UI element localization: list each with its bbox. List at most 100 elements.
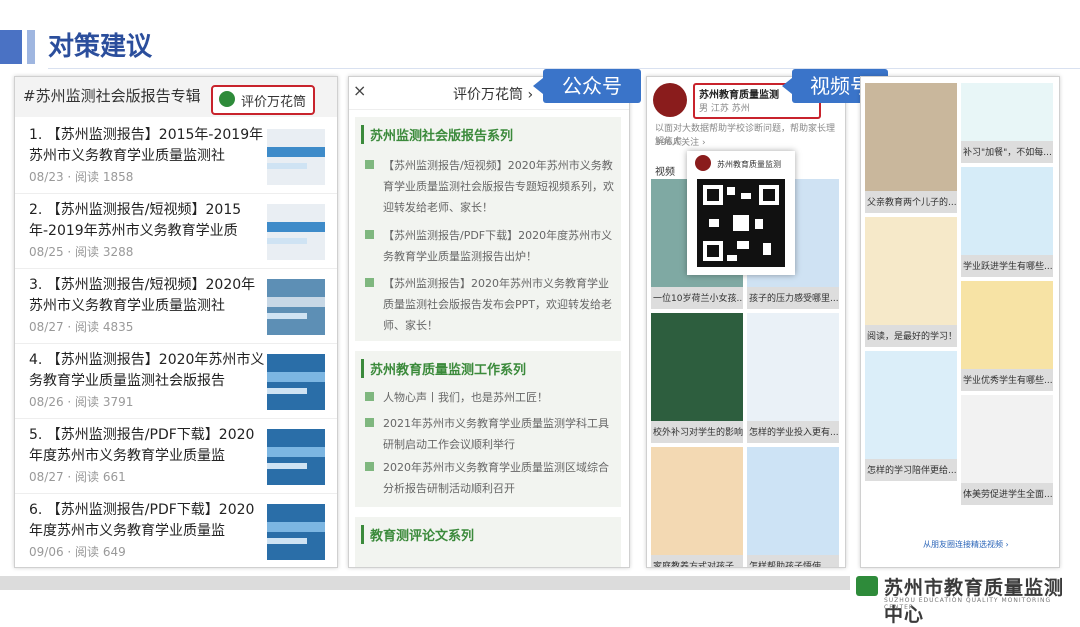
article-reads: 阅读 3288 (75, 245, 134, 259)
center-logo-icon (856, 576, 878, 596)
video-card[interactable]: 校外补习对学生的影响... (651, 313, 743, 443)
video-caption: 怎样的学习陪伴更给... (867, 466, 957, 476)
video-grid-panel: 父亲教育两个儿子的... 补习"加餐"，不如每... 学业跃进学生有哪些... … (860, 76, 1060, 568)
article-title: 5. 【苏州监测报告/PDF下载】2020年度苏州市义务教育学业质量监 (29, 427, 255, 464)
video-card[interactable]: 学业跃进学生有哪些... (961, 167, 1053, 277)
header-accent-bar (0, 30, 22, 64)
article-thumbnail (267, 129, 325, 185)
bullet-icon (365, 160, 374, 169)
article-thumbnail (267, 504, 325, 560)
video-caption: 一位10岁荷兰小女孩... (653, 294, 743, 304)
article-title: 2. 【苏州监测报告/短视频】2015年-2019年苏州市义务教育学业质 (29, 202, 242, 239)
footer-bar (0, 576, 850, 590)
section-item[interactable]: 人物心声丨我们，也是苏州工匠！ (365, 387, 615, 408)
article-item[interactable]: 1. 【苏州监测报告】2015年-2019年苏州市义务教育学业质量监测社 08/… (15, 119, 337, 194)
account-name-link[interactable]: 评价万花筒 › (453, 84, 533, 104)
section-item[interactable]: 2021年苏州市义务教育学业质量监测学科工具研制启动工作会议顺利举行 (365, 413, 615, 455)
section-title: 苏州教育质量监测工作系列 (361, 359, 526, 378)
article-title: 4. 【苏州监测报告】2020年苏州市义务教育学业质量监测社会版报告 (29, 352, 265, 389)
video-caption: 家庭教养方式对孩子... (653, 562, 743, 568)
menu-section: 教育测评论文系列 (355, 517, 621, 567)
article-date: 08/23 (29, 170, 64, 184)
channel-location: 男 江苏 苏州 (699, 104, 750, 114)
section-item[interactable]: 【苏州监测报告/短视频】2020年苏州市义务教育学业质量监测社会版报告专题短视频… (365, 155, 615, 218)
bullet-icon (365, 418, 374, 427)
qr-channel-name: 苏州教育质量监测 (717, 160, 781, 169)
article-reads: 阅读 4835 (75, 320, 134, 334)
qr-code-icon (697, 179, 785, 267)
close-icon[interactable]: × (353, 81, 366, 100)
article-title: 1. 【苏州监测报告】2015年-2019年苏州市义务教育学业质量监测社 (29, 127, 264, 164)
page-title: 对策建议 (48, 32, 153, 62)
article-item[interactable]: 6. 【苏州监测报告/PDF下载】2020年度苏州市义务教育学业质量监 09/0… (15, 494, 337, 567)
article-date: 08/27 (29, 470, 64, 484)
video-caption: 父亲教育两个儿子的... (867, 198, 957, 208)
article-item[interactable]: 3. 【苏州监测报告/短视频】2020年苏州市义务教育学业质量监测社 08/27… (15, 269, 337, 344)
article-title: 3. 【苏州监测报告/短视频】2020年苏州市义务教育学业质量监测社 (29, 277, 256, 314)
article-reads: 阅读 1858 (75, 170, 134, 184)
section-item[interactable]: 2020年苏州市义务教育学业质量监测区域综合分析报告研制活动顺利召开 (365, 457, 615, 499)
bullet-icon (365, 278, 374, 287)
article-reads: 阅读 3791 (75, 395, 134, 409)
account-logo-icon (219, 91, 235, 107)
video-card[interactable]: 怎样的学业投入更有... (747, 313, 839, 443)
article-thumbnail (267, 354, 325, 410)
video-card[interactable]: 学业优秀学生有哪些... (961, 281, 1053, 391)
video-card[interactable]: 体美劳促进学生全面... (961, 395, 1053, 505)
article-thumbnail (267, 429, 325, 485)
video-card[interactable]: 补习"加餐"，不如每... (961, 83, 1053, 163)
section-item[interactable]: 【苏州监测报告】2020年苏州市义务教育学业质量监测社会版报告发布会PPT，欢迎… (365, 273, 615, 336)
header-accent-bar-light (27, 30, 35, 64)
video-card[interactable]: 怎样帮助孩子悟使... (747, 447, 839, 568)
callout-pointer (782, 78, 792, 94)
article-date: 08/26 (29, 395, 64, 409)
video-caption: 怎样帮助孩子悟使... (749, 562, 830, 568)
section-title: 苏州监测社会版报告系列 (361, 125, 513, 144)
menu-section: 苏州教育质量监测工作系列 人物心声丨我们，也是苏州工匠！ 2021年苏州市义务教… (355, 351, 621, 507)
account-badge-label: 评价万花筒 (241, 95, 307, 110)
channel-logo-icon (695, 155, 711, 171)
official-account-article-list: #苏州监测社会版报告专辑 评价万花筒 1. 【苏州监测报告】2015年-2019… (14, 76, 338, 568)
video-caption: 学业跃进学生有哪些... (963, 262, 1053, 272)
article-reads: 阅读 649 (75, 545, 126, 559)
album-header: #苏州监测社会版报告专辑 评价万花筒 (15, 77, 337, 117)
video-caption: 阅读，是最好的学习！... (867, 332, 957, 342)
channel-name: 苏州教育质量监测 (699, 90, 779, 101)
article-item[interactable]: 5. 【苏州监测报告/PDF下载】2020年度苏州市义务教育学业质量监 08/2… (15, 419, 337, 494)
more-videos-link[interactable]: 从朋友圈连接精选视频 › (923, 539, 1009, 550)
bullet-icon (365, 462, 374, 471)
video-caption: 孩子的压力感受哪里... (749, 294, 839, 304)
menu-section: 苏州监测社会版报告系列 【苏州监测报告/短视频】2020年苏州市义务教育学业质量… (355, 117, 621, 341)
qr-code-popup: 苏州教育质量监测 (687, 151, 795, 275)
menu-divider (349, 109, 629, 110)
video-card[interactable]: 家庭教养方式对孩子... (651, 447, 743, 568)
video-caption: 校外补习对学生的影响... (653, 428, 743, 438)
video-card[interactable]: 父亲教育两个儿子的... (865, 83, 957, 213)
article-reads: 阅读 661 (75, 470, 126, 484)
channel-followers[interactable]: 396人关注 › (655, 135, 706, 148)
section-item[interactable]: 【苏州监测报告/PDF下载】2020年度苏州市义务教育学业质量监测报告出炉！ (365, 225, 615, 267)
video-card[interactable]: 怎样的学习陪伴更给... (865, 351, 957, 481)
article-thumbnail (267, 279, 325, 335)
bullet-icon (365, 230, 374, 239)
video-caption: 学业优秀学生有哪些... (963, 376, 1053, 386)
article-item[interactable]: 4. 【苏州监测报告】2020年苏州市义务教育学业质量监测社会版报告 08/26… (15, 344, 337, 419)
official-account-callout: 公众号 (543, 69, 641, 103)
video-caption: 补习"加餐"，不如每... (963, 148, 1052, 158)
video-channel-panel: 苏州教育质量监测 男 江苏 苏州 以面对大数据帮助学校诊断问题，帮助家长理解焦虑… (646, 76, 846, 568)
section-title: 教育测评论文系列 (361, 525, 474, 544)
bullet-icon (365, 392, 374, 401)
article-title: 6. 【苏州监测报告/PDF下载】2020年度苏州市义务教育学业质量监 (29, 502, 255, 539)
video-caption: 体美劳促进学生全面... (963, 490, 1053, 500)
article-thumbnail (267, 204, 325, 260)
video-card[interactable]: 阅读，是最好的学习！... (865, 217, 957, 347)
account-badge[interactable]: 评价万花筒 (211, 85, 315, 115)
article-date: 08/25 (29, 245, 64, 259)
callout-pointer (533, 78, 543, 94)
channel-avatar[interactable] (653, 83, 687, 117)
article-item[interactable]: 2. 【苏州监测报告/短视频】2015年-2019年苏州市义务教育学业质 08/… (15, 194, 337, 269)
album-title: #苏州监测社会版报告专辑 (23, 87, 201, 105)
org-name-english: SUZHOU EDUCATION QUALITY MONITORING CENT… (884, 597, 1052, 611)
video-caption: 怎样的学业投入更有... (749, 428, 839, 438)
article-date: 08/27 (29, 320, 64, 334)
